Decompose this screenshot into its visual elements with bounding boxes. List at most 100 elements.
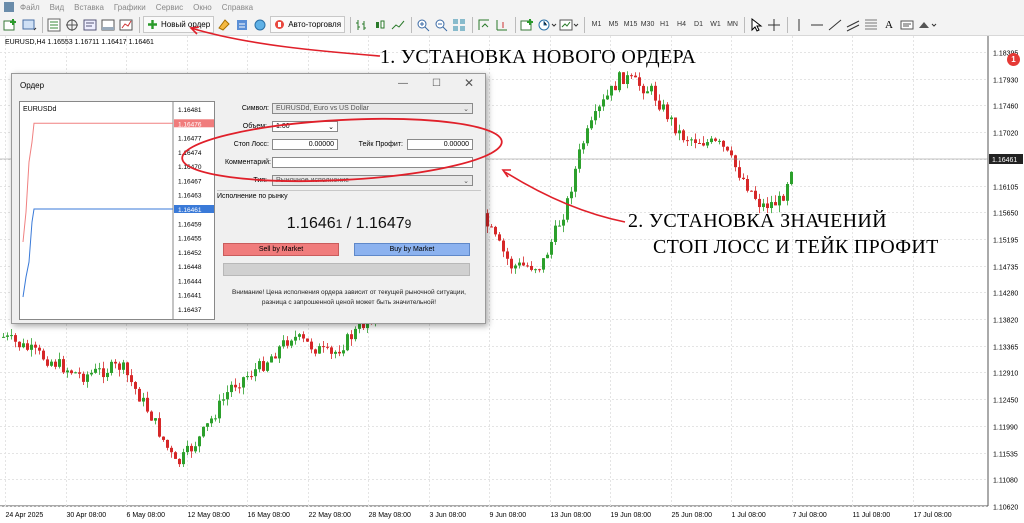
bull-candle: [50, 361, 53, 366]
vertical-line-icon[interactable]: [791, 16, 807, 33]
profiles-icon[interactable]: [21, 16, 37, 33]
signals-icon[interactable]: [234, 16, 250, 33]
bear-candle: [18, 341, 21, 348]
date-label: 1 Jul 08:00: [732, 512, 766, 519]
bear-candle: [498, 234, 501, 241]
terminal-icon[interactable]: [100, 16, 116, 33]
tester-icon[interactable]: [118, 16, 134, 33]
bear-candle: [714, 138, 717, 141]
ask-price-pip: 9: [404, 217, 412, 231]
periods-icon[interactable]: [537, 16, 557, 33]
bear-candle: [654, 85, 657, 101]
sell-by-market-button[interactable]: Sell by Market: [223, 243, 339, 256]
tile-windows-icon[interactable]: [451, 16, 467, 33]
bear-candle: [350, 334, 353, 340]
zoom-in-icon[interactable]: [415, 16, 431, 33]
menu-charts[interactable]: Графики: [114, 3, 146, 12]
new-order-button[interactable]: Новый ордер: [143, 16, 215, 33]
tick-price-label: 1.16463: [178, 193, 202, 200]
menu-file[interactable]: Файл: [20, 3, 40, 12]
new-chart-icon[interactable]: [3, 16, 19, 33]
text-tool-icon[interactable]: A: [881, 16, 897, 33]
timeframe-m30[interactable]: M30: [639, 21, 656, 28]
price-label: 1.16105: [993, 185, 1018, 192]
form-divider: [217, 190, 481, 191]
zoom-out-icon[interactable]: [433, 16, 449, 33]
metaeditor-icon[interactable]: [216, 16, 232, 33]
menu-help[interactable]: Справка: [222, 3, 253, 12]
timeframe-m15[interactable]: M15: [622, 21, 639, 28]
bid-price: 1.1646: [286, 215, 336, 232]
new-order-label: Новый ордер: [161, 20, 211, 29]
horizontal-line-icon[interactable]: [809, 16, 825, 33]
alert-badge[interactable]: 1: [1007, 53, 1020, 66]
timeframe-d1[interactable]: D1: [690, 21, 707, 28]
bull-candle: [646, 91, 649, 94]
bar-chart-icon[interactable]: [354, 16, 370, 33]
maximize-icon[interactable]: ☐: [432, 78, 441, 89]
menu-insert[interactable]: Вставка: [74, 3, 104, 12]
timeframe-m5[interactable]: M5: [605, 21, 622, 28]
line-chart-icon[interactable]: [390, 16, 406, 33]
comment-input[interactable]: [272, 157, 473, 168]
bull-candle: [786, 184, 789, 201]
bull-candle: [318, 346, 321, 354]
bear-candle: [178, 458, 181, 465]
text-label-icon[interactable]: [899, 16, 915, 33]
bull-candle: [770, 202, 773, 209]
navigator-icon[interactable]: [64, 16, 80, 33]
menu-window[interactable]: Окно: [193, 3, 212, 12]
toolbar: Новый ордер Авто-торговля M1 M5 M15 M30 …: [0, 14, 1024, 36]
bear-candle: [658, 100, 661, 110]
close-icon[interactable]: ✕: [464, 76, 474, 90]
bull-candle: [762, 203, 765, 208]
price-label: 1.15195: [993, 238, 1018, 245]
market-icon[interactable]: [252, 16, 268, 33]
arrows-icon[interactable]: [917, 16, 937, 33]
autoscroll-icon[interactable]: [476, 16, 492, 33]
trendline-icon[interactable]: [827, 16, 843, 33]
price-label: 1.12450: [993, 398, 1018, 405]
stoploss-input[interactable]: 0.00000: [272, 139, 338, 150]
timeframe-mn[interactable]: MN: [724, 21, 741, 28]
crosshair-icon[interactable]: [766, 16, 782, 33]
takeprofit-input[interactable]: 0.00000: [407, 139, 473, 150]
market-watch-icon[interactable]: [46, 16, 62, 33]
bear-candle: [494, 226, 497, 235]
bear-candle: [642, 85, 645, 94]
annotation-step-2-line-1: 2. УСТАНОВКА ЗНАЧЕНИЙ: [628, 210, 887, 232]
menu-tools[interactable]: Сервис: [156, 3, 183, 12]
fibonacci-icon[interactable]: [863, 16, 879, 33]
date-label: 12 May 08:00: [188, 512, 231, 519]
bull-candle: [618, 72, 621, 91]
bear-candle: [146, 397, 149, 412]
volume-select[interactable]: 1.00 ⌄: [272, 121, 338, 132]
timeframe-h4[interactable]: H4: [673, 21, 690, 28]
minimize-icon[interactable]: —: [398, 78, 408, 89]
order-type-select[interactable]: Рыночное исполнение ⌄: [272, 175, 473, 186]
timeframe-w1[interactable]: W1: [707, 21, 724, 28]
symbol-label: Символ:: [241, 105, 269, 112]
autotrading-button[interactable]: Авто-торговля: [270, 16, 346, 33]
bull-candle: [690, 139, 693, 141]
timeframe-h1[interactable]: H1: [656, 21, 673, 28]
ask-price: 1.1647: [355, 215, 405, 232]
bull-candle: [346, 334, 349, 351]
bull-candle: [354, 328, 357, 340]
symbol-select[interactable]: EURUSDd, Euro vs US Dollar ⌄: [272, 103, 473, 114]
chart-shift-icon[interactable]: [494, 16, 510, 33]
cursor-icon[interactable]: [748, 16, 764, 33]
templates-icon[interactable]: [559, 16, 579, 33]
channel-icon[interactable]: [845, 16, 861, 33]
candlestick-icon[interactable]: [372, 16, 388, 33]
buy-by-market-button[interactable]: Buy by Market: [354, 243, 470, 256]
timeframe-m1[interactable]: M1: [588, 21, 605, 28]
bull-candle: [562, 219, 565, 226]
data-window-icon[interactable]: [82, 16, 98, 33]
bull-candle: [122, 362, 125, 370]
bull-candle: [582, 143, 585, 150]
menu-view[interactable]: Вид: [50, 3, 64, 12]
price-label: 1.15650: [993, 211, 1018, 218]
indicators-icon[interactable]: [519, 16, 535, 33]
bull-candle: [586, 128, 589, 144]
